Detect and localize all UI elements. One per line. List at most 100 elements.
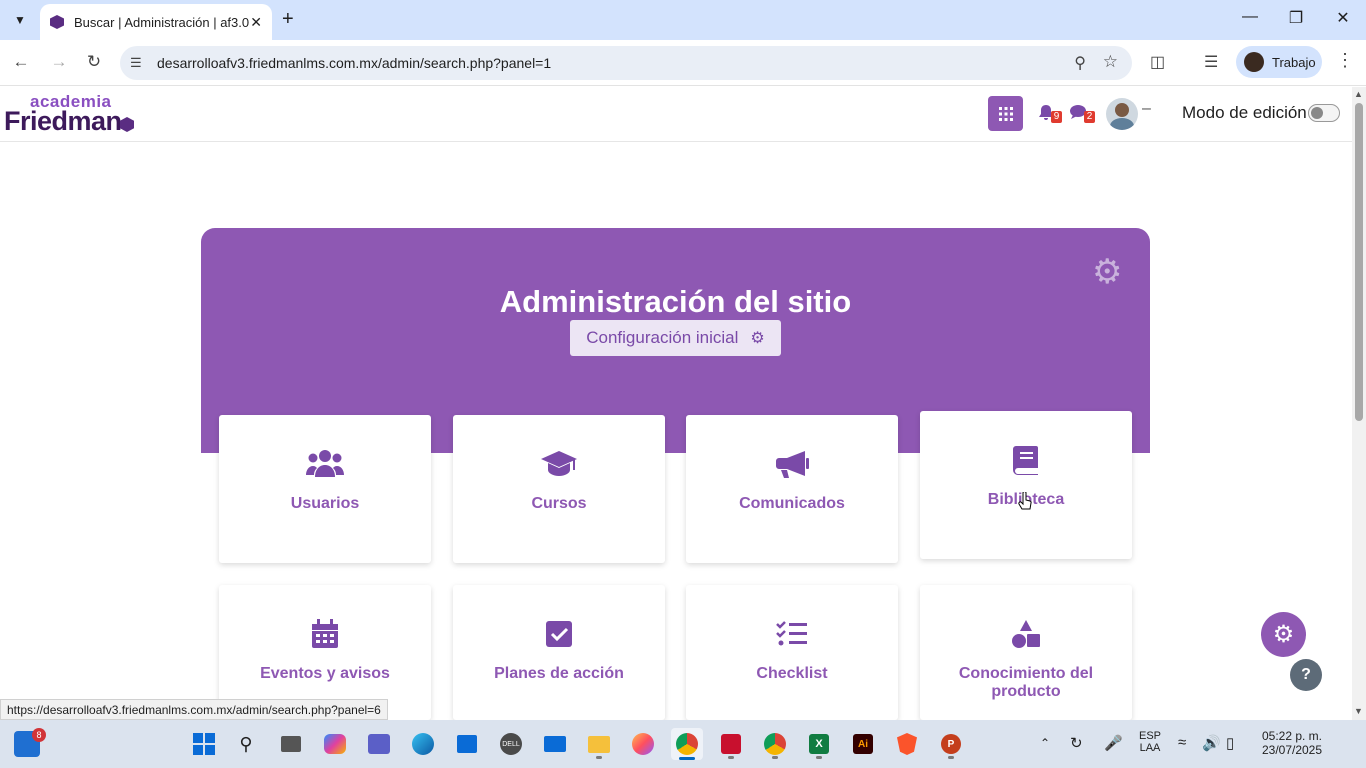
battery-icon[interactable]: ▯ [1226, 734, 1234, 752]
megaphone-icon [775, 447, 809, 481]
card-label: Comunicados [739, 495, 845, 512]
card-planes-accion[interactable]: Planes de acción [453, 585, 665, 720]
question-mark-icon: ? [1301, 666, 1311, 683]
back-arrow-icon[interactable]: ← [9, 52, 33, 72]
scroll-thumb[interactable] [1355, 103, 1363, 421]
clock[interactable]: 05:22 p. m. 23/07/2025 [1256, 729, 1328, 757]
browser-tab-active[interactable]: Buscar | Administración | af3.0 ✕ [40, 4, 272, 40]
card-label: Usuarios [290, 495, 360, 512]
apps-grid-button[interactable] [988, 96, 1023, 131]
wifi-icon[interactable]: ≈ [1178, 734, 1186, 751]
graduation-cap-icon [540, 447, 578, 481]
user-avatar[interactable] [1106, 98, 1138, 130]
sync-icon[interactable]: ↻ [1070, 734, 1083, 752]
scroll-up-arrow-icon[interactable]: ▲ [1354, 89, 1363, 99]
forward-arrow-icon[interactable]: → [47, 52, 71, 72]
floating-settings-button[interactable]: ⚙ [1261, 612, 1306, 657]
card-cursos[interactable]: Cursos [453, 415, 665, 563]
firefox-icon[interactable] [627, 728, 659, 760]
browser-tab-bar: ▼ Buscar | Administración | af3.0 ✕ + — … [0, 0, 1366, 40]
restore-icon[interactable]: ❐ [1284, 8, 1308, 28]
minimize-icon[interactable]: — [1238, 8, 1262, 26]
card-conocimiento-producto[interactable]: Conocimiento del producto [920, 585, 1132, 720]
search-icon[interactable]: ⚲ [1074, 53, 1086, 73]
file-explorer-icon[interactable] [583, 728, 615, 760]
excel-icon[interactable]: X [803, 728, 835, 760]
logo-friedman-text: Friedman [4, 106, 122, 136]
acrobat-icon[interactable] [715, 728, 747, 760]
checklist-icon [776, 617, 808, 651]
volume-icon[interactable]: 🔊 [1202, 734, 1221, 752]
link-status-bubble: https://desarrolloafv3.friedmanlms.com.m… [0, 699, 388, 720]
start-windows-icon[interactable] [188, 728, 220, 760]
browser-menu-icon[interactable]: ⋮ [1336, 50, 1354, 71]
notifications-badge: 9 [1051, 111, 1062, 123]
card-label: Planes de acción [494, 665, 624, 682]
microphone-icon[interactable]: 🎤 [1104, 734, 1123, 752]
tab-close-icon[interactable]: ✕ [250, 14, 262, 31]
page-scrollbar[interactable]: ▲ ▼ [1352, 87, 1366, 720]
extensions-puzzle-icon[interactable]: ◫ [1150, 52, 1165, 72]
windows-taskbar: ⚲ DELL X Ai P ⌃ ↻ 🎤 ESP LAA ≈ 🔊 ▯ 05:22 … [0, 720, 1366, 768]
chrome-icon[interactable] [671, 728, 703, 760]
card-comunicados[interactable]: Comunicados [686, 415, 898, 563]
brave-icon[interactable] [891, 728, 923, 760]
floating-gear-icon: ⚙ [1272, 621, 1295, 648]
card-usuarios[interactable]: Usuarios [219, 415, 431, 563]
site-info-icon[interactable]: ☰ [130, 55, 142, 71]
profile-label: Trabajo [1272, 54, 1316, 70]
tray-chevron-icon[interactable]: ⌃ [1040, 736, 1050, 750]
task-view-icon[interactable] [275, 728, 307, 760]
tab-favicon-icon [50, 15, 64, 29]
chrome-profile-icon[interactable] [759, 728, 791, 760]
media-control-icon[interactable]: ☰ [1204, 52, 1218, 72]
edit-mode-label: Modo de edición [1182, 103, 1307, 122]
card-label: Conocimiento del producto [958, 665, 1094, 700]
page-title: Administración del sitio [499, 284, 852, 319]
check-square-icon [545, 617, 573, 651]
search-magnifier-icon[interactable]: ⚲ [230, 728, 262, 760]
grid-icon [998, 106, 1013, 121]
reload-icon[interactable]: ↻ [82, 52, 106, 72]
site-header: academia Friedman 9 2 – Modo de edición [0, 87, 1352, 142]
help-button[interactable]: ? [1290, 659, 1322, 691]
language-indicator[interactable]: ESP LAA [1136, 730, 1164, 754]
card-biblioteca[interactable]: Biblioteca [920, 411, 1132, 559]
user-menu-caret-icon[interactable]: – [1142, 100, 1151, 118]
clock-time: 05:22 p. m. [1261, 729, 1323, 743]
widgets-badge: 8 [32, 728, 46, 742]
address-bar[interactable]: ☰ desarrolloafv3.friedmanlms.com.mx/admi… [120, 46, 1132, 80]
store-icon[interactable] [451, 728, 483, 760]
language-code: ESP [1138, 730, 1161, 742]
tab-search-chevron-icon[interactable]: ▼ [8, 8, 32, 32]
site-logo[interactable]: academia Friedman [4, 92, 144, 136]
profile-button[interactable]: Trabajo [1236, 46, 1322, 78]
calendar-icon [311, 617, 339, 651]
initial-config-button[interactable]: Configuración inicial ⚙ [570, 320, 781, 356]
toggle-knob [1311, 107, 1323, 119]
shapes-icon [1011, 617, 1041, 651]
edit-mode-toggle[interactable] [1308, 104, 1340, 122]
users-icon [306, 447, 344, 481]
logo-hexagon-icon [120, 117, 134, 132]
card-label: Eventos y avisos [260, 665, 390, 682]
messages-badge: 2 [1084, 111, 1095, 123]
scroll-down-arrow-icon[interactable]: ▼ [1354, 706, 1363, 716]
book-icon [1012, 443, 1040, 477]
config-gear-icon: ⚙ [750, 330, 765, 347]
copilot-icon[interactable] [319, 728, 351, 760]
edge-icon[interactable] [407, 728, 439, 760]
mail-icon[interactable] [539, 728, 571, 760]
address-url[interactable]: desarrolloafv3.friedmanlms.com.mx/admin/… [157, 55, 551, 71]
illustrator-icon[interactable]: Ai [847, 728, 879, 760]
card-label: Cursos [531, 495, 587, 512]
dell-icon[interactable]: DELL [495, 728, 527, 760]
powerpoint-icon[interactable]: P [935, 728, 967, 760]
window-close-icon[interactable]: ✕ [1331, 8, 1355, 28]
card-label: Checklist [756, 665, 828, 682]
card-checklist[interactable]: Checklist [686, 585, 898, 720]
teams-icon[interactable] [363, 728, 395, 760]
tab-title: Buscar | Administración | af3.0 [74, 14, 250, 30]
new-tab-plus-icon[interactable]: + [282, 8, 294, 31]
bookmark-star-icon[interactable]: ☆ [1103, 52, 1118, 72]
